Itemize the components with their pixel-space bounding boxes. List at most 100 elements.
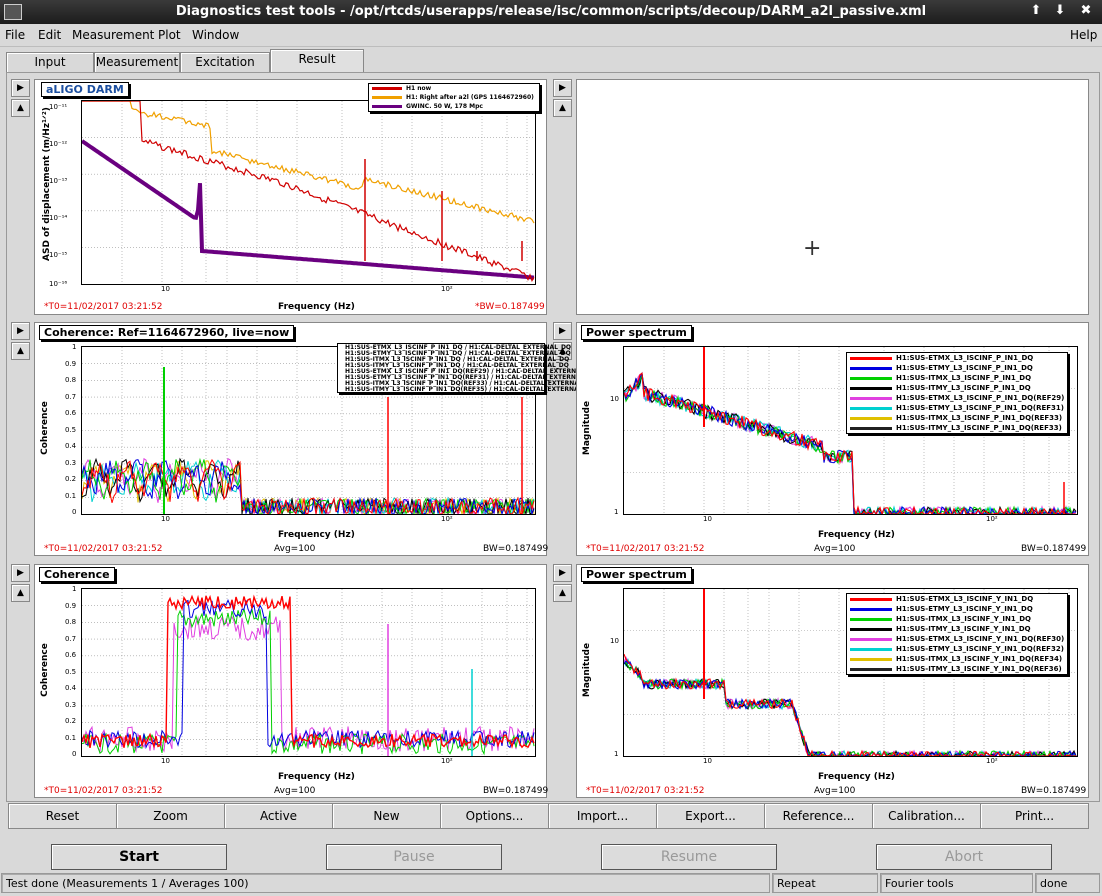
status-tool: Fourier tools: [880, 873, 1033, 893]
power-spectrum2-plot-canvas[interactable]: Power spectrum H1:SUS-ETMX_L3_ISCINF_Y_I…: [576, 564, 1089, 798]
panel6-up-arrow-icon[interactable]: ▲: [553, 584, 572, 602]
legend-entry: H1: Right after a2l (GPS 1164672960): [369, 93, 539, 102]
export-button[interactable]: Export...: [656, 803, 765, 829]
resume-button[interactable]: Resume: [601, 844, 777, 870]
legend-entry: H1:SUS-ETMY_L3_ISCINF_Y_IN1_DQ: [847, 604, 1067, 614]
pause-button[interactable]: Pause: [326, 844, 502, 870]
plot-toolbar: Reset Zoom Active New Options... Import.…: [8, 803, 1096, 829]
legend-label: H1:SUS-ITMX_L3_ISCINF_Y_IN1_DQ: [896, 615, 1031, 623]
panel5-up-arrow-icon[interactable]: ▲: [11, 584, 30, 602]
legend-swatch: [850, 356, 892, 360]
legend-entry: H1:SUS-ETMY_L3_ISCINF_P_IN1_DQ: [847, 363, 1067, 373]
start-button[interactable]: Start: [51, 844, 227, 870]
legend-swatch: [850, 627, 892, 631]
tab-measurement[interactable]: Measurement: [94, 52, 180, 72]
y-tick: 0.4: [65, 442, 77, 450]
y-axis-label: Magnitude: [582, 400, 592, 456]
zoom-button[interactable]: Zoom: [116, 803, 225, 829]
print-button[interactable]: Print...: [980, 803, 1089, 829]
panel4-right-arrow-icon[interactable]: ▶: [553, 322, 572, 340]
crosshair-cursor-icon: +: [803, 236, 822, 261]
legend-swatch: [850, 426, 892, 430]
menu-plot[interactable]: Plot: [158, 28, 181, 42]
legend-entry: H1:SUS-ITMX_L3_ISCINF_Y_IN1_DQ(REF34): [847, 654, 1067, 664]
y-tick: 0.2: [65, 717, 77, 725]
legend-swatch: [850, 657, 892, 661]
minimize-icon[interactable]: ⬆: [1028, 3, 1044, 19]
y-tick: 10⁻¹³: [49, 177, 68, 185]
panel3-up-arrow-icon[interactable]: ▲: [11, 342, 30, 360]
new-button[interactable]: New: [332, 803, 441, 829]
legend-swatch: [850, 416, 892, 420]
active-button[interactable]: Active: [224, 803, 333, 829]
bw-label: BW=0.187499: [1021, 544, 1087, 554]
legend-label: H1:SUS-ETMY_L3_ISCINF_P_IN1_DQ(REF31): [896, 404, 1064, 412]
reference-button[interactable]: Reference...: [764, 803, 873, 829]
darm-plot-canvas[interactable]: aLIGO DARM H1 now H1: Right after a2l (GP…: [34, 79, 547, 315]
reset-button[interactable]: Reset: [8, 803, 117, 829]
y-tick: 0.7: [65, 392, 77, 401]
y-tick: 10⁻¹¹: [49, 103, 68, 111]
tab-result[interactable]: Result: [270, 49, 364, 72]
tab-excitation[interactable]: Excitation: [180, 52, 270, 72]
bw-label: *BW=0.187499: [475, 302, 545, 312]
panel1-right-arrow-icon[interactable]: ▶: [11, 79, 30, 97]
menu-measurement[interactable]: Measurement: [72, 28, 154, 42]
legend-entry: H1:SUS-ITMX_L3_ISCINF_Y_IN1_DQ: [847, 614, 1067, 624]
legend-entry: H1:SUS-ITMY_L3_ISCINF_Y_IN1_DQ: [847, 624, 1067, 634]
menu-file[interactable]: File: [5, 28, 25, 42]
panel2-right-arrow-icon[interactable]: ▶: [553, 79, 572, 97]
spectrum-trace: [624, 659, 1077, 756]
empty-plot-canvas[interactable]: +: [576, 79, 1089, 315]
panel6-right-arrow-icon[interactable]: ▶: [553, 564, 572, 582]
legend-swatch: [850, 617, 892, 621]
menu-window[interactable]: Window: [192, 28, 239, 42]
coherence2-plot-frame[interactable]: [81, 588, 536, 757]
menu-edit[interactable]: Edit: [38, 28, 61, 42]
legend-entry: H1:SUS-ETMY_L3_ISCINF_P_IN1_DQ(REF31): [847, 403, 1067, 413]
panel5-right-arrow-icon[interactable]: ▶: [11, 564, 30, 582]
x-tick: 10: [161, 515, 170, 523]
maximize-icon[interactable]: ⬇: [1052, 3, 1068, 19]
legend-label: H1:SUS-ITMY_L3_ISCINF_P_IN1_DQ: [896, 384, 1031, 392]
legend-label: H1:SUS-ITMY_L3_ISCINF_P_IN1_DQ(REF33): [896, 424, 1062, 432]
calibration-button[interactable]: Calibration...: [872, 803, 981, 829]
legend-entry: H1:SUS-ETMX_L3_ISCINF_Y_IN1_DQ: [847, 594, 1067, 604]
panel1-up-arrow-icon[interactable]: ▲: [11, 99, 30, 117]
y-tick: 0: [72, 750, 77, 758]
close-icon[interactable]: ✖: [1078, 3, 1094, 19]
tab-input[interactable]: Input: [6, 52, 94, 72]
darm-plot-frame[interactable]: [81, 100, 536, 285]
y-tick: 10: [610, 637, 619, 645]
import-button[interactable]: Import...: [548, 803, 657, 829]
panel3-right-arrow-icon[interactable]: ▶: [11, 322, 30, 340]
legend-swatch: [850, 607, 892, 611]
legend-label: H1:SUS-ITMY_L3_ISCINF_P_IN1_DQ(REF35) / …: [345, 385, 590, 393]
legend-swatch: [850, 386, 892, 390]
legend-entry: H1:SUS-ITMY_L3_ISCINF_P_IN1_DQ(REF33): [847, 423, 1067, 433]
plot-title: Power spectrum: [581, 567, 692, 582]
abort-button[interactable]: Abort: [876, 844, 1052, 870]
legend-label: H1:SUS-ITMX_L3_ISCINF_P_IN1_DQ: [896, 374, 1032, 382]
y-tick: 10⁻¹²: [49, 140, 68, 148]
menu-help[interactable]: Help: [1070, 28, 1097, 42]
power-spectrum1-plot-canvas[interactable]: Power spectrum H1:SUS-ETMX_L3_ISCINF_P_I…: [576, 322, 1089, 556]
legend-label: H1:SUS-ETMX_L3_ISCINF_Y_IN1_DQ(REF30): [896, 635, 1065, 643]
legend-swatch: [850, 637, 892, 641]
legend-label: H1:SUS-ETMX_L3_ISCINF_P_IN1_DQ: [896, 354, 1034, 362]
legend-swatch: [850, 597, 892, 601]
legend-label: GWINC. 50 W, 178 Mpc: [406, 103, 483, 110]
panel2-up-arrow-icon[interactable]: ▲: [553, 99, 572, 117]
plot-title: aLIGO DARM: [41, 82, 129, 97]
coherence1-plot-canvas[interactable]: Coherence: Ref=1164672960, live=now H1:S…: [34, 322, 591, 556]
legend-entry: H1:SUS-ETMX_L3_ISCINF_P_IN1_DQ: [847, 353, 1067, 363]
t0-label: *T0=11/02/2017 03:21:52: [44, 786, 163, 796]
options-button[interactable]: Options...: [440, 803, 549, 829]
coherence2-plot-canvas[interactable]: Coherence Coherence 1 0.9 0.8 0.7 0.6 0.5 0.4 0…: [34, 564, 548, 798]
legend-entry: H1:SUS-ETMX_L3_ISCINF_P_IN1_DQ(REF29): [847, 393, 1067, 403]
x-tick: 10²: [986, 515, 998, 523]
x-axis-label: Frequency (Hz): [278, 530, 355, 540]
y-tick: 10: [610, 395, 619, 403]
x-tick: 10: [161, 757, 170, 765]
legend-label: H1:SUS-ITMX_L3_ISCINF_P_IN1_DQ(REF33): [896, 414, 1063, 422]
